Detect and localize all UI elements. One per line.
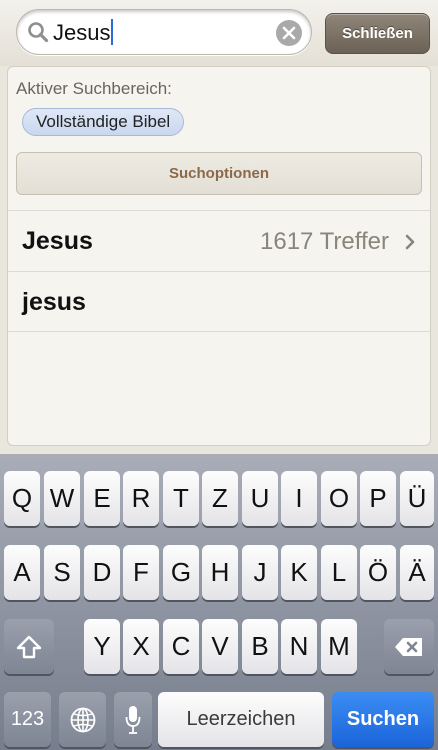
globe-key[interactable]: [59, 692, 106, 747]
close-icon: [282, 26, 296, 40]
key[interactable]: C: [163, 619, 199, 674]
search-panel: Aktiver Suchbereich: Vollständige Bibel …: [7, 66, 431, 446]
search-icon: [27, 21, 49, 43]
result-term: jesus: [22, 288, 86, 316]
numbers-key[interactable]: 123: [4, 692, 51, 747]
key[interactable]: W: [44, 471, 80, 526]
key[interactable]: G: [163, 545, 199, 600]
key[interactable]: A: [4, 545, 40, 600]
key[interactable]: V: [202, 619, 238, 674]
result-row[interactable]: Jesus 1617 Treffer: [8, 210, 430, 271]
key[interactable]: R: [123, 471, 159, 526]
key[interactable]: L: [321, 545, 357, 600]
key[interactable]: Q: [4, 471, 40, 526]
result-list: Jesus 1617 Treffer jesus: [8, 210, 430, 332]
key[interactable]: K: [281, 545, 317, 600]
search-query-text: Jesus: [53, 20, 111, 45]
key[interactable]: X: [123, 619, 159, 674]
globe-icon: [70, 707, 95, 732]
result-count: 1617 Treffer: [260, 228, 389, 255]
key[interactable]: N: [281, 619, 317, 674]
backspace-icon: [395, 637, 422, 656]
key[interactable]: F: [123, 545, 159, 600]
key[interactable]: D: [84, 545, 120, 600]
space-key[interactable]: Leerzeichen: [158, 692, 324, 747]
key[interactable]: T: [163, 471, 199, 526]
keyboard: Q W E R T Z U I O P Ü A S D F G H J K L …: [0, 454, 438, 750]
active-scope-label: Aktiver Suchbereich:: [16, 79, 172, 98]
text-caret: [111, 19, 114, 45]
shift-icon: [16, 635, 42, 658]
result-row[interactable]: jesus: [8, 271, 430, 332]
search-input[interactable]: Jesus: [53, 18, 273, 48]
microphone-key[interactable]: [114, 692, 152, 747]
close-button[interactable]: Schließen: [325, 13, 430, 54]
key[interactable]: Z: [202, 471, 238, 526]
key[interactable]: Ü: [400, 471, 434, 526]
search-header: Jesus Schließen: [0, 0, 438, 66]
shift-key[interactable]: [4, 619, 54, 674]
key[interactable]: Y: [84, 619, 120, 674]
key[interactable]: Ä: [400, 545, 434, 600]
key[interactable]: O: [321, 471, 357, 526]
key[interactable]: J: [242, 545, 278, 600]
microphone-icon: [125, 705, 141, 734]
key[interactable]: I: [281, 471, 317, 526]
key[interactable]: P: [360, 471, 396, 526]
key[interactable]: U: [242, 471, 278, 526]
chevron-right-icon: [405, 234, 415, 250]
key[interactable]: Ö: [360, 545, 396, 600]
key[interactable]: E: [84, 471, 120, 526]
key[interactable]: S: [44, 545, 80, 600]
key[interactable]: B: [242, 619, 278, 674]
search-box[interactable]: Jesus: [16, 9, 312, 55]
backspace-key[interactable]: [384, 619, 434, 674]
key[interactable]: H: [202, 545, 238, 600]
clear-search-button[interactable]: [276, 20, 302, 46]
scope-chip[interactable]: Vollständige Bibel: [22, 108, 185, 136]
search-options-button[interactable]: Suchoptionen: [16, 152, 422, 195]
result-term: Jesus: [22, 227, 93, 255]
key[interactable]: M: [321, 619, 357, 674]
search-key[interactable]: Suchen: [332, 692, 434, 747]
